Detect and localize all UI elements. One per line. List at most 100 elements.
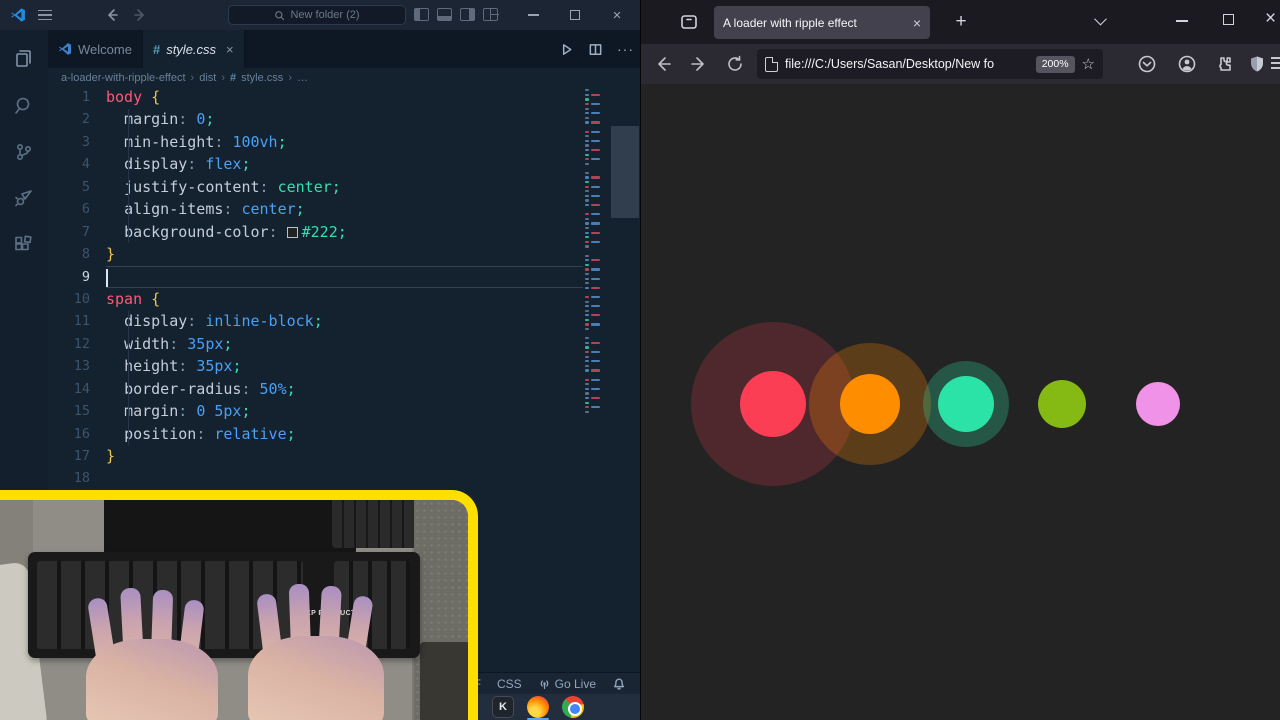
indent-guide — [128, 109, 129, 243]
code-line[interactable]: 18 — [48, 467, 583, 489]
breadcrumb-separator: › — [221, 72, 225, 84]
tab-welcome[interactable]: Welcome — [48, 30, 143, 68]
line-number: 1 — [81, 89, 90, 105]
taskbar-firefox-icon[interactable] — [527, 696, 549, 718]
run-preview-icon[interactable] — [559, 42, 574, 57]
browser-maximize-button[interactable] — [1223, 14, 1234, 25]
breadcrumb-symbol[interactable]: … — [297, 72, 308, 84]
menu-icon[interactable] — [38, 10, 52, 20]
forward-arrow-icon[interactable] — [132, 7, 148, 23]
firefox-view-icon[interactable] — [679, 12, 699, 32]
browser-tab[interactable]: A loader with ripple effect × — [714, 6, 930, 39]
loader-dot — [1038, 380, 1086, 428]
back-arrow-icon[interactable] — [104, 7, 120, 23]
run-debug-icon[interactable] — [12, 186, 36, 210]
desk-mat — [420, 642, 468, 720]
extensions-puzzle-icon[interactable] — [1214, 54, 1234, 74]
toggle-panel-icon[interactable] — [437, 8, 452, 21]
line-number: 17 — [73, 448, 90, 464]
breadcrumb-separator: › — [190, 72, 195, 84]
monitor-base — [104, 500, 356, 556]
more-actions-icon[interactable]: ··· — [617, 41, 634, 57]
line-number: 14 — [73, 380, 90, 397]
line-number: 5 — [81, 178, 90, 195]
breadcrumb-folder[interactable]: a-loader-with-ripple-effect — [61, 72, 186, 84]
code-line[interactable]: 8} — [48, 243, 583, 265]
css-file-icon: # — [230, 72, 237, 84]
taskbar-chrome-icon[interactable] — [562, 696, 584, 718]
tab-style-css[interactable]: # style.css × — [142, 30, 245, 68]
status-language[interactable]: CSS — [497, 677, 522, 691]
line-number: 16 — [73, 425, 90, 442]
css-file-icon: # — [152, 41, 161, 57]
webcam-overlay: XP PRODUCT — [0, 490, 478, 720]
firefox-window: A loader with ripple effect × + × file:/… — [640, 0, 1280, 720]
url-text[interactable]: file:///C:/Users/Sasan/Desktop/New fo — [785, 57, 1029, 71]
split-editor-icon[interactable] — [588, 42, 603, 57]
hamburger-menu-icon[interactable] — [1271, 57, 1280, 77]
url-bar[interactable]: file:///C:/Users/Sasan/Desktop/New fo 20… — [757, 49, 1103, 79]
tab-close-icon[interactable]: × — [226, 42, 234, 57]
code-line[interactable]: 10 span { — [48, 288, 583, 310]
reload-icon[interactable] — [725, 54, 745, 74]
loader-dot — [840, 374, 900, 434]
toggle-secondary-sidebar-icon[interactable] — [460, 8, 475, 21]
bookmark-star-icon[interactable]: ☆ — [1082, 55, 1095, 73]
minimap[interactable] — [583, 88, 609, 470]
right-hand — [248, 583, 384, 720]
line-number: 9 — [81, 268, 90, 285]
taskbar-k-app-icon[interactable]: K — [492, 696, 514, 718]
forward-icon[interactable] — [689, 54, 709, 74]
browser-close-button[interactable]: × — [1265, 8, 1276, 30]
breadcrumb-dist[interactable]: dist — [199, 72, 216, 84]
search-text: New folder (2) — [290, 9, 360, 21]
page-icon — [765, 56, 778, 72]
shield-icon[interactable] — [1247, 54, 1267, 74]
extensions-icon[interactable] — [12, 233, 36, 257]
back-icon[interactable] — [653, 54, 673, 74]
new-tab-button[interactable]: + — [947, 8, 975, 36]
scrollbar-thumb[interactable] — [611, 126, 639, 218]
vscode-close-button[interactable]: × — [600, 0, 634, 30]
vscode-minimize-button[interactable] — [516, 0, 550, 30]
code-line[interactable]: 1 body { — [48, 86, 583, 108]
breadcrumb-separator: › — [288, 72, 292, 84]
zoom-level-badge[interactable]: 200% — [1035, 55, 1075, 73]
breadcrumb-file[interactable]: style.css — [241, 72, 283, 84]
search-icon — [275, 10, 285, 20]
list-all-tabs-icon[interactable] — [1094, 12, 1108, 28]
vscode-maximize-button[interactable] — [558, 0, 592, 30]
line-number: 12 — [73, 335, 90, 352]
vscode-file-icon — [58, 43, 72, 55]
status-golive[interactable]: Go Live — [538, 677, 596, 691]
toggle-sidebar-icon[interactable] — [414, 8, 429, 21]
line-number: 8 — [81, 246, 90, 263]
line-number: 7 — [81, 223, 90, 240]
broadcast-icon — [540, 680, 548, 690]
customize-layout-icon[interactable] — [483, 8, 499, 21]
command-center-search[interactable]: New folder (2) — [228, 5, 406, 25]
code-line[interactable]: 9 — [48, 265, 583, 288]
editor-scrollbar[interactable] — [610, 88, 640, 648]
code-line[interactable]: 17} — [48, 445, 583, 467]
tab-close-icon[interactable]: × — [907, 15, 921, 31]
notifications-bell-icon[interactable] — [612, 677, 626, 691]
color-swatch — [286, 226, 298, 238]
account-icon[interactable] — [1177, 54, 1197, 74]
editor-actions: ··· — [559, 30, 634, 68]
loader-dot — [938, 376, 994, 432]
source-control-icon[interactable] — [12, 140, 36, 164]
loader-dot — [740, 371, 806, 437]
loader-dot — [1136, 382, 1180, 426]
webcam-video: XP PRODUCT — [0, 500, 468, 720]
vscode-logo-icon — [11, 8, 25, 22]
line-number: 2 — [81, 111, 90, 128]
search-sidebar-icon[interactable] — [12, 94, 36, 118]
browser-minimize-button[interactable] — [1176, 20, 1188, 22]
vscode-titlebar: New folder (2) × — [0, 0, 640, 30]
explorer-icon[interactable] — [12, 46, 36, 70]
pocket-icon[interactable] — [1137, 54, 1157, 74]
line-number: 3 — [81, 133, 90, 150]
line-number: 10 — [73, 290, 90, 307]
breadcrumb[interactable]: a-loader-with-ripple-effect › dist › # s… — [48, 68, 640, 88]
